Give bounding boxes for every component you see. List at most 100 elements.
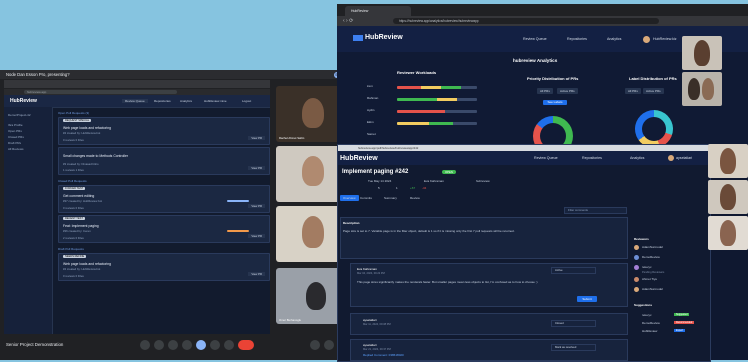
webcam-tile bbox=[708, 216, 748, 250]
view-pr-button[interactable]: View PR bbox=[248, 234, 265, 238]
pr-card[interactable]: RECENT TEST Feat: Implement paging #36 c… bbox=[58, 215, 270, 243]
nav-analytics[interactable]: Analytics bbox=[630, 156, 644, 160]
pr-title[interactable]: Get comment editing bbox=[63, 194, 94, 198]
analytics-title: hubreview Analytics bbox=[513, 58, 558, 63]
avatar[interactable] bbox=[643, 36, 650, 43]
app-logo[interactable]: HubReview bbox=[365, 34, 403, 41]
pr-title[interactable]: Web page loads and refactoring bbox=[63, 126, 111, 130]
comment-text: Replied Comment: 038618020 bbox=[363, 353, 404, 357]
filter-active-prs[interactable]: Active PRs bbox=[557, 88, 578, 94]
comment-status-select[interactable]: Active bbox=[551, 267, 596, 274]
filter-active-prs[interactable]: Active PRs bbox=[643, 88, 664, 94]
more-options-icon[interactable] bbox=[224, 340, 234, 350]
submit-button[interactable]: Submit bbox=[577, 296, 597, 302]
emoji-icon[interactable] bbox=[182, 340, 192, 350]
browser-url[interactable]: https://hubreview.app/analytics/hubrevie… bbox=[393, 18, 659, 24]
end-call-icon[interactable] bbox=[238, 340, 254, 350]
browser-tab[interactable]: HubReview bbox=[345, 6, 411, 16]
reviewer-name[interactable]: AdamNurmodel bbox=[642, 287, 663, 291]
filter-all-prs[interactable]: All PRs bbox=[625, 88, 641, 94]
captions-icon[interactable] bbox=[168, 340, 178, 350]
nav-user[interactable]: HubReview.kiz bbox=[653, 37, 677, 41]
nav-repositories[interactable]: Repositories bbox=[567, 37, 587, 41]
meeting-toolbar: Senior Project Demonstration bbox=[0, 334, 364, 360]
pr-title[interactable]: Small changes made to Methods Controller bbox=[63, 154, 128, 158]
presenting-text: Node Dan Esson Pro, presenting? bbox=[6, 72, 70, 77]
comment-status-select[interactable]: Mark as resolved bbox=[551, 344, 596, 351]
participant-video bbox=[720, 220, 736, 246]
pr-meta: #37 created by: HubReview bot bbox=[63, 199, 103, 203]
tab-overview[interactable]: Overview bbox=[340, 195, 359, 201]
raise-hand-icon[interactable] bbox=[210, 340, 220, 350]
nav-user[interactable]: HubReview.mine bbox=[204, 99, 227, 103]
back-icon[interactable]: ‹ › ⟳ bbox=[343, 18, 353, 24]
people-icon[interactable] bbox=[324, 340, 334, 350]
webcam-tile bbox=[708, 180, 748, 214]
camera-icon[interactable] bbox=[154, 340, 164, 350]
pr-counts: 0 reviews 0 Files bbox=[63, 274, 84, 278]
see-labels-button[interactable]: See Labels bbox=[543, 100, 567, 105]
pr-meta: #3 created by: Dinasad bikro bbox=[63, 162, 99, 166]
webcam-tile bbox=[682, 72, 722, 106]
sidebar-all-reviews[interactable]: All Reviews bbox=[8, 147, 48, 151]
nav-review-queue[interactable]: Review Queue bbox=[523, 37, 547, 41]
sidebar-closed-prs[interactable]: Closed PRs bbox=[8, 135, 48, 139]
present-icon[interactable] bbox=[196, 340, 206, 350]
workloads-title: Reviewer Workloads bbox=[397, 70, 437, 75]
comment-status-select[interactable]: Closed bbox=[551, 320, 596, 327]
suggestion-name[interactable]: DemoReview bbox=[642, 321, 660, 325]
suggestion-name[interactable]: relevyx bbox=[642, 313, 652, 317]
view-pr-button[interactable]: View PR bbox=[248, 272, 265, 276]
nav-review-queue[interactable]: Review Queue bbox=[122, 99, 148, 103]
comment-card: ayselatlari Mar 11, 2024, 09:38 PM Close… bbox=[350, 313, 628, 335]
sidebar-open-prs[interactable]: Open PRs bbox=[8, 129, 48, 133]
description-title: Description bbox=[343, 221, 360, 225]
workload-bar bbox=[397, 110, 477, 113]
tab-review[interactable]: Review bbox=[410, 196, 420, 200]
suggestion-name[interactable]: HubReview bbox=[642, 329, 657, 333]
avatar bbox=[634, 277, 639, 282]
nav-analytics[interactable]: Analytics bbox=[607, 37, 621, 41]
avatar[interactable] bbox=[668, 155, 674, 161]
label-donut bbox=[635, 110, 673, 148]
nav-logout[interactable]: Logout bbox=[242, 99, 251, 103]
sidebar-profile[interactable]: Ibra Profile bbox=[8, 123, 48, 127]
participant-video bbox=[720, 184, 736, 210]
view-pr-button[interactable]: View PR bbox=[248, 166, 265, 170]
pr-card[interactable]: FORCED TEST Get comment editing #37 crea… bbox=[58, 185, 270, 213]
sidebar-project[interactable]: Demo/Project-42 bbox=[8, 113, 48, 117]
comment-card: ayselatlari Mar 21, 2024, 09:37 PM Repli… bbox=[350, 339, 628, 361]
info-icon[interactable] bbox=[310, 340, 320, 350]
comment-date: Mar 11, 2024, 09:38 PM bbox=[363, 323, 391, 326]
pr-card[interactable]: Small changes made to Methods Controller… bbox=[58, 147, 270, 175]
pr-meta: #4 created by: HubReview.bot bbox=[63, 131, 101, 135]
pr-title[interactable]: Feat: Implement paging bbox=[63, 224, 99, 228]
nav-analytics[interactable]: Analytics bbox=[180, 99, 192, 103]
reviewer-name[interactable]: Ahmet Tiye bbox=[642, 277, 657, 281]
tab-summary[interactable]: Summary bbox=[384, 196, 397, 200]
view-pr-button[interactable]: View PR bbox=[248, 204, 265, 208]
webcam-tile bbox=[682, 36, 722, 70]
pr-card[interactable]: NEEDS REFINE Web page loads and refactor… bbox=[58, 253, 270, 281]
pr-title[interactable]: Web page loads and refactoring bbox=[63, 262, 111, 266]
comment-date: Mar 04, 2024, 09:22 PM bbox=[357, 272, 385, 275]
tab-commits[interactable]: Commits bbox=[360, 196, 372, 200]
section-closed-label: Closed Pull Requests bbox=[58, 179, 87, 183]
view-pr-button[interactable]: View PR bbox=[248, 136, 265, 140]
nav-repositories[interactable]: Repositories bbox=[154, 99, 171, 103]
reviewer-name[interactable]: DemoReview bbox=[642, 255, 660, 259]
logo-icon bbox=[353, 35, 363, 41]
filter-comments-select[interactable]: Filter comments bbox=[564, 207, 627, 214]
popup-logo[interactable]: HubReview bbox=[340, 155, 378, 162]
pr-meta: #4 created by: HubReview.bot bbox=[63, 267, 101, 271]
reviewer-name[interactable]: relevyx bbox=[642, 265, 652, 269]
nav-repositories[interactable]: Repositories bbox=[582, 156, 602, 160]
nav-user[interactable]: ayselatlari bbox=[676, 156, 692, 160]
pr-card[interactable]: REQUEST SPECIAL Web page loads and refac… bbox=[58, 117, 270, 145]
reviewer-name[interactable]: AdamNurmodel bbox=[642, 245, 663, 249]
mic-icon[interactable] bbox=[140, 340, 150, 350]
shared-sidebar: Demo/Project-42 Ibra Profile Open PRs Cl… bbox=[4, 107, 53, 335]
sidebar-draft-prs[interactable]: Draft PRs bbox=[8, 141, 48, 145]
nav-review-queue[interactable]: Review Queue bbox=[534, 156, 558, 160]
filter-all-prs[interactable]: All PRs bbox=[537, 88, 553, 94]
